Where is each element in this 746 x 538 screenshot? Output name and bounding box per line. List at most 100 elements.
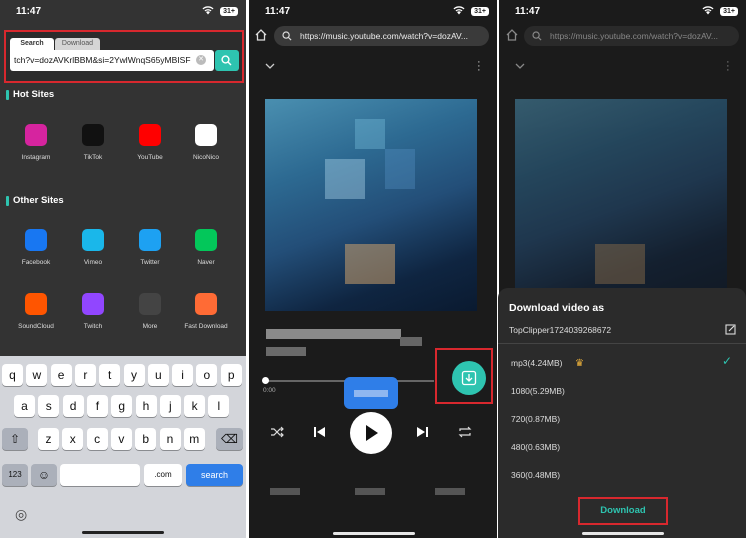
site-tiktok[interactable]: TikTok <box>68 124 118 161</box>
more-vert-icon[interactable]: · · · <box>726 57 730 76</box>
option-360[interactable]: 360(0.48MB) <box>511 470 560 480</box>
clear-icon[interactable]: ✕ <box>196 55 206 65</box>
key-t[interactable]: t <box>99 364 121 386</box>
search-button[interactable] <box>215 50 239 71</box>
twitch-icon <box>82 293 104 315</box>
crown-icon: ♛ <box>575 358 584 369</box>
rocket-icon <box>195 293 217 315</box>
site-soundcloud[interactable]: SoundCloud <box>11 293 61 330</box>
site-facebook[interactable]: Facebook <box>11 229 61 266</box>
site-youtube[interactable]: YouTube <box>125 124 175 161</box>
option-1080[interactable]: 1080(5.29MB) <box>511 386 565 396</box>
file-name-field[interactable]: TopClipper1724039268672 <box>509 325 611 335</box>
key-h[interactable]: h <box>135 395 157 417</box>
key-q[interactable]: q <box>2 364 23 386</box>
wifi-icon <box>453 6 465 18</box>
shuffle-icon[interactable] <box>270 426 284 438</box>
download-fab[interactable] <box>452 361 486 395</box>
site-twitch[interactable]: Twitch <box>68 293 118 330</box>
key-u[interactable]: u <box>147 364 169 386</box>
key-f[interactable]: f <box>86 395 108 417</box>
search-panel: Search Download tch?v=dozAVKrlBBM&si=2Yw… <box>4 30 244 83</box>
home-indicator <box>333 532 415 535</box>
tab-download[interactable]: Download <box>55 38 100 50</box>
home-icon[interactable] <box>254 28 268 42</box>
check-icon: ✓ <box>722 354 733 368</box>
site-vimeo[interactable]: Vimeo <box>68 229 118 266</box>
key-b[interactable]: b <box>135 428 157 450</box>
album-art <box>265 99 477 311</box>
key-m[interactable]: m <box>183 428 205 450</box>
option-720[interactable]: 720(0.87MB) <box>511 414 560 424</box>
site-label: More <box>142 323 158 330</box>
status-time: 11:47 <box>16 6 42 17</box>
site-label: Twitch <box>83 323 103 330</box>
key-i[interactable]: i <box>172 364 194 386</box>
hot-sites-title: Hot Sites <box>6 89 54 100</box>
key-a[interactable]: a <box>14 395 35 417</box>
emoji-key[interactable]: ☺ <box>31 464 57 486</box>
space-key[interactable] <box>60 464 140 486</box>
key-j[interactable]: j <box>159 395 181 417</box>
download-button[interactable]: Download <box>578 497 668 525</box>
vimeo-icon <box>82 229 104 251</box>
key-n[interactable]: n <box>159 428 181 450</box>
key-e[interactable]: e <box>50 364 72 386</box>
key-y[interactable]: y <box>123 364 145 386</box>
url-input[interactable]: tch?v=dozAVKrlBBM&si=2YwlWnqS65yMBISF <box>10 50 214 71</box>
previous-icon[interactable] <box>313 426 326 438</box>
key-v[interactable]: v <box>110 428 132 450</box>
key-p[interactable]: p <box>220 364 242 386</box>
chevron-down-icon[interactable] <box>265 62 275 70</box>
key-r[interactable]: r <box>74 364 96 386</box>
key-k[interactable]: k <box>184 395 206 417</box>
more-vert-icon[interactable]: · · · <box>477 57 481 76</box>
option-480[interactable]: 480(0.63MB) <box>511 442 560 452</box>
site-label: Twitter <box>140 259 160 266</box>
key-o[interactable]: o <box>196 364 218 386</box>
site-twitter[interactable]: Twitter <box>125 229 175 266</box>
play-button[interactable] <box>350 412 392 454</box>
site-label: NicoNico <box>192 154 219 161</box>
backspace-key[interactable]: ⌫ <box>216 428 243 450</box>
address-bar[interactable]: https://music.youtube.com/watch?v=dozAV.… <box>274 26 489 46</box>
edit-icon[interactable] <box>725 324 736 335</box>
site-instagram[interactable]: Instagram <box>11 124 61 161</box>
search-key[interactable]: search <box>186 464 243 486</box>
site-more[interactable]: More <box>125 293 175 330</box>
more-icon <box>139 293 161 315</box>
next-icon[interactable] <box>416 426 429 438</box>
tab-search[interactable]: Search <box>10 38 54 50</box>
key-s[interactable]: s <box>38 395 60 417</box>
address-bar[interactable]: https://music.youtube.com/watch?v=dozAV.… <box>524 26 739 46</box>
status-bar: 11:47 31+ <box>0 6 246 20</box>
repeat-icon[interactable] <box>458 426 472 438</box>
key-x[interactable]: x <box>62 428 84 450</box>
key-w[interactable]: w <box>26 364 48 386</box>
chevron-down-icon[interactable] <box>515 62 525 70</box>
progress-thumb[interactable] <box>262 377 269 384</box>
option-mp3[interactable]: mp3(4.24MB) <box>511 358 563 368</box>
numbers-key[interactable]: 123 <box>2 464 28 486</box>
site-label: Naver <box>197 259 215 266</box>
site-label: Instagram <box>21 154 51 161</box>
key-c[interactable]: c <box>86 428 108 450</box>
facebook-icon <box>25 229 47 251</box>
site-label: TikTok <box>83 154 103 161</box>
status-bar: 11:47 31+ <box>499 6 746 20</box>
site-naver[interactable]: Naver <box>181 229 231 266</box>
shift-key[interactable]: ⇧ <box>2 428 28 450</box>
site-fast-download[interactable]: Fast Download <box>181 293 231 330</box>
tiktok-icon <box>82 124 104 146</box>
dotcom-key[interactable]: .com <box>144 464 182 486</box>
key-g[interactable]: g <box>111 395 133 417</box>
site-label: Vimeo <box>83 259 103 266</box>
home-icon[interactable] <box>505 28 519 42</box>
site-label: SoundCloud <box>18 323 54 330</box>
key-l[interactable]: l <box>208 395 230 417</box>
globe-icon[interactable]: ◎ <box>15 506 27 523</box>
key-d[interactable]: d <box>62 395 84 417</box>
site-niconico[interactable]: NicoNico <box>181 124 231 161</box>
battery-indicator: 31+ <box>220 7 238 16</box>
key-z[interactable]: z <box>38 428 59 450</box>
